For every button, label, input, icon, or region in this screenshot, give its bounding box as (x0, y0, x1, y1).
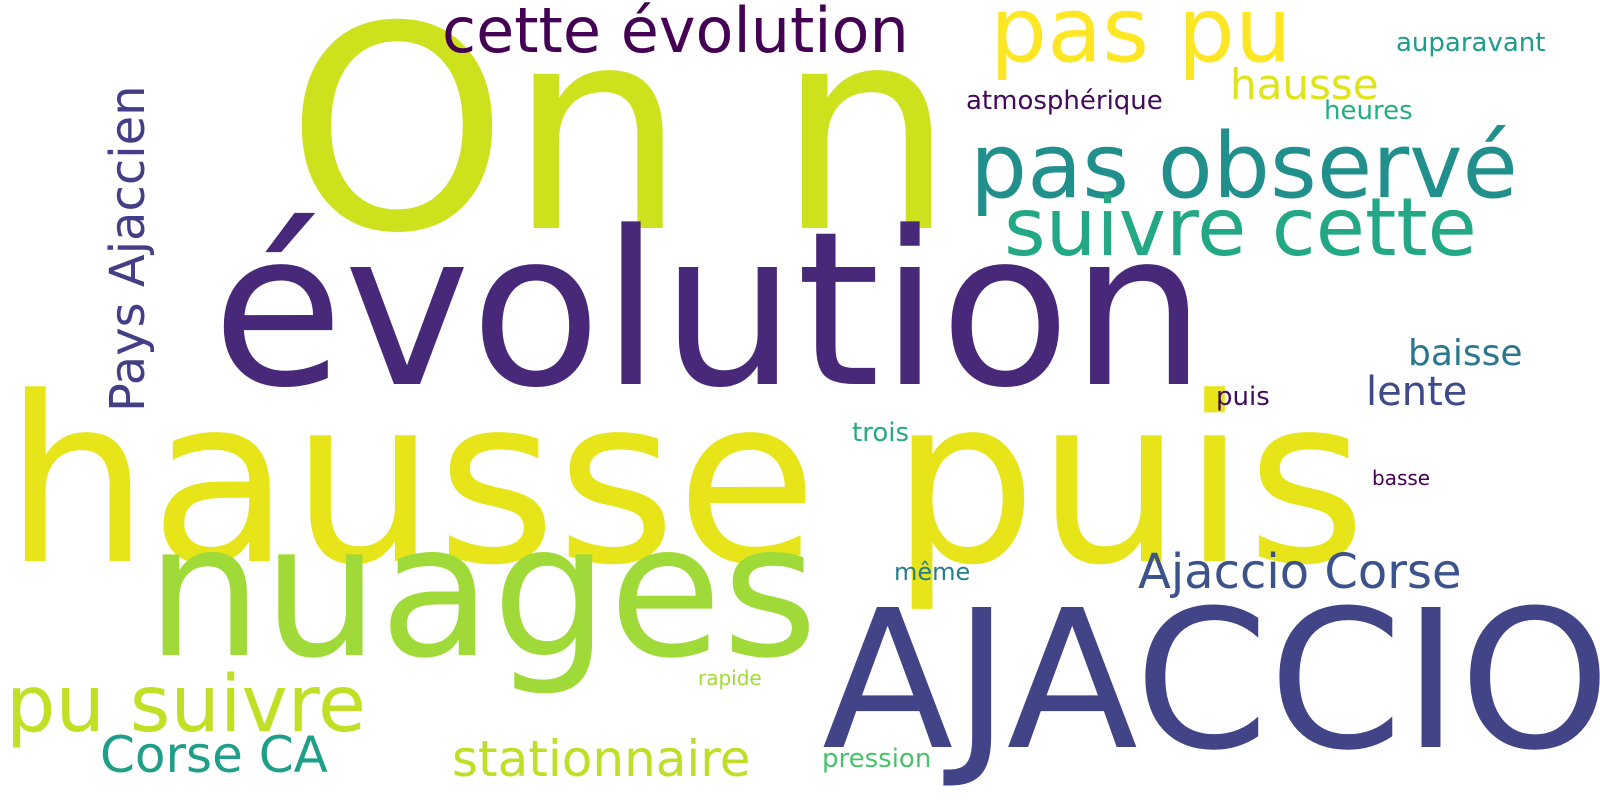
word-baisse: baisse (1408, 333, 1523, 374)
word-pays-ajaccien: Pays Ajaccien (100, 85, 156, 412)
word-suivre-cette: suivre cette (1004, 181, 1477, 274)
word-corse-ca: Corse CA (100, 726, 328, 784)
word-lente: lente (1366, 369, 1468, 415)
word-ajaccio-upper: AJACCIO (822, 570, 1600, 793)
word-trois: trois (852, 418, 909, 448)
word-cloud: On n évolution hausse puis nuages AJACCI… (0, 0, 1600, 800)
word-auparavant: auparavant (1396, 28, 1546, 58)
word-meme: même (894, 558, 971, 586)
word-puis: puis (1216, 382, 1270, 412)
word-atmospherique: atmosphérique (966, 86, 1163, 116)
word-nuages: nuages (146, 485, 818, 699)
word-rapide: rapide (698, 666, 762, 690)
word-basse: basse (1372, 466, 1431, 490)
word-cette-evolution: cette évolution (442, 0, 909, 67)
word-ajaccio-corse: Ajaccio Corse (1138, 544, 1462, 600)
word-pression: pression (822, 744, 932, 774)
word-heures: heures (1324, 96, 1413, 126)
word-stationnaire: stationnaire (452, 730, 751, 788)
